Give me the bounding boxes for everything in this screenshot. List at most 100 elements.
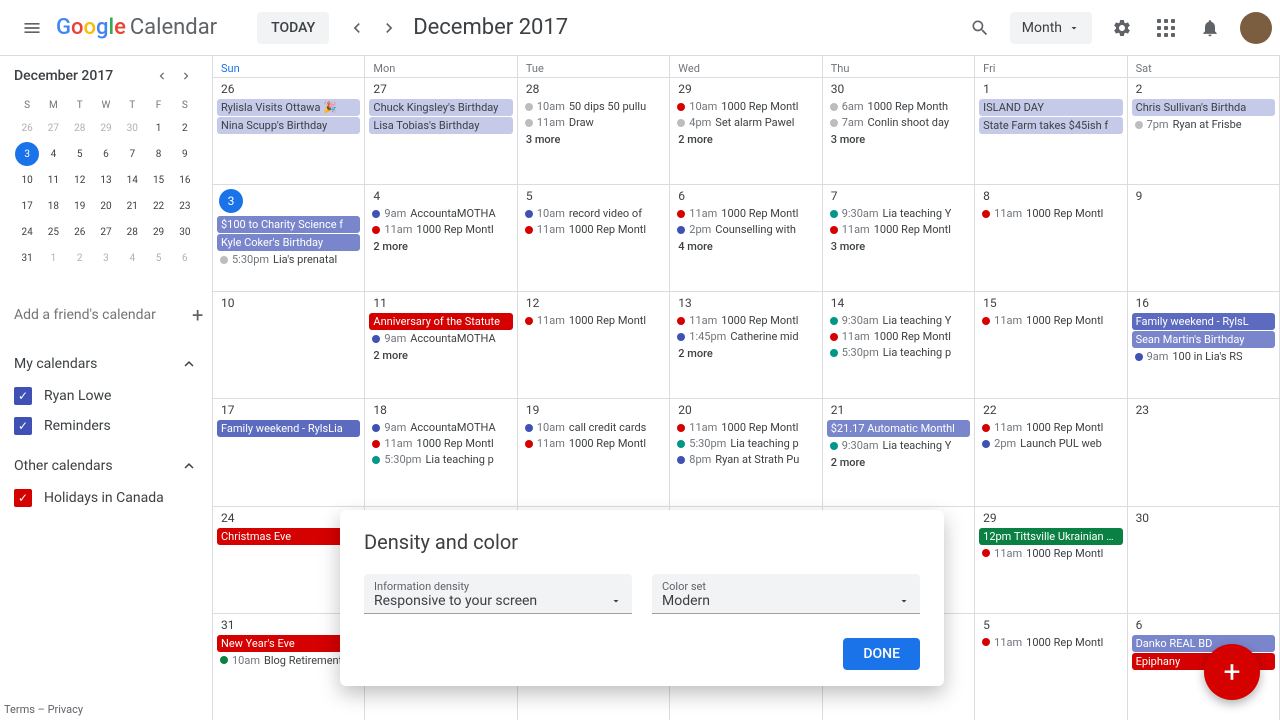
day-cell[interactable]: 16Family weekend - RylsLSean Martin's Bi… — [1128, 292, 1280, 398]
event-item[interactable]: 5:30pmLia's prenatal — [217, 252, 360, 267]
mini-day[interactable]: 27 — [41, 116, 65, 140]
day-cell[interactable]: 2Chris Sullivan's Birthda7pmRyan at Fris… — [1128, 78, 1280, 184]
day-cell[interactable]: 9 — [1128, 185, 1280, 291]
mini-day[interactable]: 21 — [120, 194, 144, 218]
event-item[interactable]: 11am1000 Rep Montl — [674, 206, 817, 221]
more-events[interactable]: 3 more — [825, 131, 972, 148]
search-icon[interactable] — [960, 8, 1000, 48]
day-cell[interactable]: 2810am50 dips 50 pullu11amDraw3 more — [518, 78, 670, 184]
calendar-item[interactable]: ✓ Ryan Lowe — [0, 381, 212, 411]
mini-day[interactable]: 4 — [120, 246, 144, 270]
event-chip[interactable]: Chuck Kingsley's Birthday — [369, 99, 512, 116]
event-item[interactable]: 9amAccountaMOTHA — [369, 206, 512, 221]
mini-day[interactable]: 26 — [68, 220, 92, 244]
event-item[interactable]: 7amConlin shoot day — [827, 115, 970, 130]
event-item[interactable]: 10amcall credit cards — [522, 420, 665, 435]
mini-day[interactable]: 1 — [41, 246, 65, 270]
day-cell[interactable]: 1ISLAND DAYState Farm takes $45ish f — [975, 78, 1127, 184]
day-cell[interactable]: 149:30amLia teaching Y11am1000 Rep Montl… — [823, 292, 975, 398]
event-item[interactable]: 11am1000 Rep Montl — [979, 313, 1122, 328]
mini-day[interactable]: 3 — [15, 142, 39, 166]
day-cell[interactable]: 306am1000 Rep Month7amConlin shoot day3 … — [823, 78, 975, 184]
event-item[interactable]: 11am1000 Rep Montl — [979, 635, 1122, 650]
event-item[interactable]: 10am1000 Rep Montl — [674, 99, 817, 114]
density-field[interactable]: Information density Responsive to your s… — [364, 574, 632, 614]
event-item[interactable]: 9:30amLia teaching Y — [827, 438, 970, 453]
mini-day[interactable]: 19 — [68, 194, 92, 218]
more-events[interactable]: 3 more — [825, 238, 972, 255]
mini-day[interactable]: 14 — [120, 168, 144, 192]
next-month-button[interactable] — [373, 12, 405, 44]
footer-links[interactable]: Terms – Privacy — [4, 703, 83, 716]
event-item[interactable]: 11am1000 Rep Montl — [369, 222, 512, 237]
day-cell[interactable]: 1311am1000 Rep Montl1:45pmCatherine mid2… — [670, 292, 822, 398]
event-item[interactable]: 11am1000 Rep Montl — [674, 313, 817, 328]
event-item[interactable]: 9:30amLia teaching Y — [827, 206, 970, 221]
event-item[interactable]: 11am1000 Rep Montl — [979, 546, 1122, 561]
day-cell[interactable]: 10 — [213, 292, 365, 398]
more-events[interactable]: 2 more — [825, 454, 972, 471]
more-events[interactable]: 2 more — [672, 131, 819, 148]
day-cell[interactable]: 2910am1000 Rep Montl4pmSet alarm Pawel2 … — [670, 78, 822, 184]
event-chip[interactable]: Nina Scupp's Birthday — [217, 117, 360, 134]
event-item[interactable]: 11am1000 Rep Montl — [979, 420, 1122, 435]
mini-day[interactable]: 11 — [41, 168, 65, 192]
day-cell[interactable]: 1910amcall credit cards11am1000 Rep Mont… — [518, 399, 670, 505]
calendar-item[interactable]: ✓ Holidays in Canada — [0, 483, 212, 513]
day-cell[interactable]: 30 — [1128, 507, 1280, 613]
event-item[interactable]: 10am50 dips 50 pullu — [522, 99, 665, 114]
event-chip[interactable]: State Farm takes $45ish f — [979, 117, 1122, 134]
view-selector[interactable]: Month — [1010, 12, 1092, 44]
add-calendar-input[interactable] — [14, 307, 192, 323]
create-event-fab[interactable]: + — [1204, 644, 1260, 700]
mini-day[interactable]: 27 — [94, 220, 118, 244]
mini-day[interactable]: 7 — [120, 142, 144, 166]
mini-day[interactable]: 29 — [94, 116, 118, 140]
mini-day[interactable]: 20 — [94, 194, 118, 218]
day-cell[interactable]: 510amrecord video of11am1000 Rep Montl — [518, 185, 670, 291]
mini-day[interactable]: 16 — [173, 168, 197, 192]
mini-day[interactable]: 3 — [94, 246, 118, 270]
hamburger-icon[interactable] — [8, 4, 56, 52]
day-cell[interactable]: 17Family weekend - RylsLia — [213, 399, 365, 505]
event-chip[interactable]: Lisa Tobias's Birthday — [369, 117, 512, 134]
mini-day[interactable]: 17 — [15, 194, 39, 218]
mini-day[interactable]: 6 — [94, 142, 118, 166]
event-chip[interactable]: Rylisla Visits Ottawa 🎉 — [217, 99, 360, 116]
more-events[interactable]: 2 more — [367, 347, 514, 364]
event-item[interactable]: 6am1000 Rep Month — [827, 99, 970, 114]
apps-icon[interactable] — [1146, 8, 1186, 48]
done-button[interactable]: DONE — [843, 638, 920, 670]
event-item[interactable]: 11am1000 Rep Montl — [979, 206, 1122, 221]
day-cell[interactable]: 27Chuck Kingsley's BirthdayLisa Tobias's… — [365, 78, 517, 184]
mini-day[interactable]: 23 — [173, 194, 197, 218]
event-item[interactable]: 11am1000 Rep Montl — [827, 222, 970, 237]
mini-day[interactable]: 25 — [41, 220, 65, 244]
mini-day[interactable]: 26 — [15, 116, 39, 140]
event-chip[interactable]: Anniversary of the Statute — [369, 313, 512, 330]
day-cell[interactable]: 11Anniversary of the Statute9amAccountaM… — [365, 292, 517, 398]
mini-day[interactable]: 1 — [147, 116, 171, 140]
event-item[interactable]: 9amAccountaMOTHA — [369, 420, 512, 435]
event-item[interactable]: 11am1000 Rep Montl — [522, 436, 665, 451]
event-item[interactable]: 11am1000 Rep Montl — [827, 329, 970, 344]
mini-day[interactable]: 24 — [15, 220, 39, 244]
mini-day[interactable]: 6 — [173, 246, 197, 270]
event-item[interactable]: 2pmLaunch PUL web — [979, 436, 1122, 451]
event-chip[interactable]: Danko REAL BD — [1132, 635, 1275, 652]
more-events[interactable]: 2 more — [367, 238, 514, 255]
add-calendar-plus-icon[interactable]: + — [192, 303, 203, 327]
mini-day[interactable]: 5 — [147, 246, 171, 270]
event-item[interactable]: 10amBlog Retirement — [217, 653, 360, 668]
logo[interactable]: Google Calendar — [56, 15, 217, 40]
more-events[interactable]: 4 more — [672, 238, 819, 255]
day-cell[interactable]: 1511am1000 Rep Montl — [975, 292, 1127, 398]
day-cell[interactable]: 2211am1000 Rep Montl2pmLaunch PUL web — [975, 399, 1127, 505]
event-chip[interactable]: Sean Martin's Birthday — [1132, 331, 1275, 348]
event-item[interactable]: 4pmSet alarm Pawel — [674, 115, 817, 130]
event-item[interactable]: 9:30amLia teaching Y — [827, 313, 970, 328]
event-item[interactable]: 8pmRyan at Strath Pu — [674, 452, 817, 467]
event-item[interactable]: 1:45pmCatherine mid — [674, 329, 817, 344]
calendar-item[interactable]: ✓ Reminders — [0, 411, 212, 441]
day-cell[interactable]: 26Rylisla Visits Ottawa 🎉Nina Scupp's Bi… — [213, 78, 365, 184]
